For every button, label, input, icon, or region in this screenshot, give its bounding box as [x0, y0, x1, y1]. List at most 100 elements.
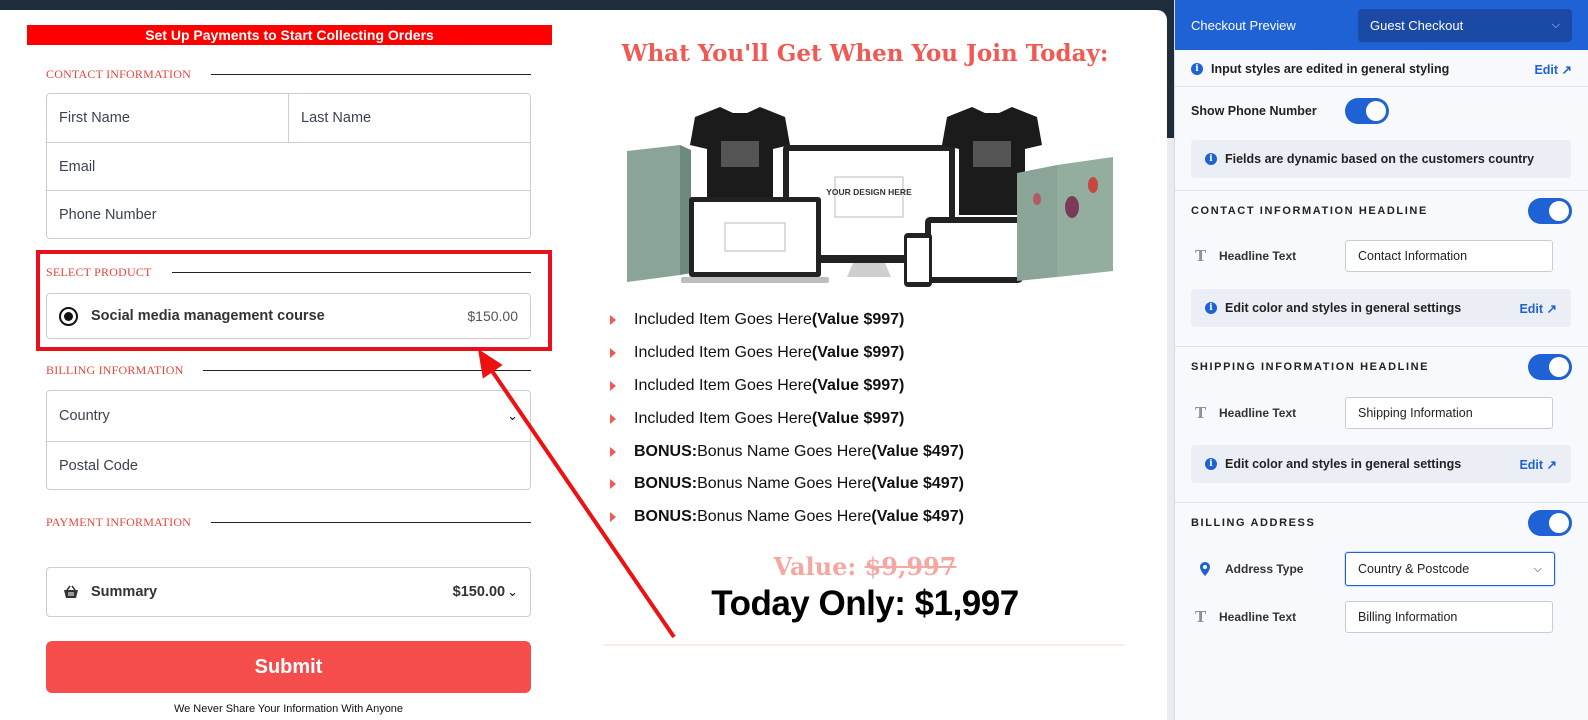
promo-title: What You'll Get When You Join Today: [621, 40, 1109, 67]
bullet-triangle-icon [610, 380, 616, 391]
info-icon: i [1191, 63, 1203, 75]
postal-code-input[interactable]: Postal Code [47, 441, 530, 489]
last-name-input[interactable]: Last Name [288, 94, 530, 142]
shipping-color-note: i Edit color and styles in general setti… [1191, 445, 1571, 483]
billing-section-heading: BILLING INFORMATION [46, 363, 531, 378]
first-name-input[interactable]: First Name [47, 94, 288, 142]
address-type-value: Country & Postcode [1358, 562, 1470, 576]
address-type-select[interactable]: Country & Postcode ⌵ [1345, 552, 1555, 586]
heading-rule [210, 74, 531, 75]
product-highlight-box [36, 250, 552, 351]
headline-text-label: Headline Text [1219, 249, 1297, 263]
promo-divider [604, 644, 1124, 646]
panel-title: Checkout Preview [1191, 17, 1296, 33]
list-item: Included Item Goes Here (Value $997) [610, 402, 1130, 435]
billing-address-section: BILLING ADDRESS [1175, 510, 1588, 536]
list-item: BONUS: Bonus Name Goes Here (Value $497) [610, 468, 1130, 501]
dynamic-fields-note: i Fields are dynamic based on the custom… [1191, 140, 1571, 178]
checkout-mode-select[interactable]: Guest Checkout ⌵ [1358, 8, 1572, 42]
payment-heading-label: PAYMENT INFORMATION [46, 515, 192, 529]
edit-link[interactable]: Edit ↗ [1534, 62, 1572, 77]
bullet-triangle-icon [610, 512, 616, 523]
contact-headline-toggle[interactable] [1528, 198, 1572, 224]
summary-label: Summary [91, 584, 158, 600]
included-items-list: Included Item Goes Here (Value $997) Inc… [610, 304, 1130, 534]
submit-button[interactable]: Submit [46, 641, 531, 693]
phone-input[interactable]: Phone Number [47, 190, 530, 238]
list-item: Included Item Goes Here (Value $997) [610, 304, 1130, 337]
edit-link[interactable]: Edit ↗ [1519, 457, 1557, 472]
info-icon: i [1205, 302, 1217, 314]
country-placeholder: Country [59, 408, 110, 424]
address-type-label: Address Type [1225, 562, 1304, 576]
product-mockup-image: YOUR DESIGN HERE [627, 107, 1113, 287]
bullet-triangle-icon [610, 348, 616, 359]
chevron-down-icon: ⌵ [1551, 18, 1560, 31]
contact-section-heading: CONTACT INFORMATION [46, 67, 531, 82]
text-type-icon: T [1195, 247, 1207, 265]
email-input[interactable]: Email [47, 142, 530, 190]
bullet-triangle-icon [610, 413, 616, 424]
country-select[interactable]: Country ⌄ [47, 391, 530, 441]
summary-price: $150.00 [452, 584, 506, 600]
divider [1175, 502, 1588, 503]
today-only-price: Today Only: $1,997 [711, 584, 1019, 623]
divider [1175, 346, 1588, 347]
text-type-icon: T [1195, 608, 1207, 626]
shipping-headline-toggle[interactable] [1528, 354, 1572, 380]
shipping-headline-section: SHIPPING INFORMATION HEADLINE [1175, 354, 1588, 380]
show-phone-toggle[interactable] [1345, 98, 1389, 124]
original-value: Value: $9,997 [773, 552, 957, 581]
checkout-settings-panel: Checkout Preview Guest Checkout ⌵ i Inpu… [1174, 0, 1588, 720]
checkout-page-preview: Set Up Payments to Start Collecting Orde… [0, 10, 1167, 720]
panel-header: Checkout Preview Guest Checkout ⌵ [1175, 0, 1588, 50]
show-phone-label: Show Phone Number [1191, 104, 1317, 118]
chevron-down-icon: ⌵ [1533, 562, 1542, 575]
contact-section-title: CONTACT INFORMATION HEADLINE [1191, 205, 1428, 217]
heading-rule [203, 370, 531, 371]
billing-address-toggle[interactable] [1528, 510, 1572, 536]
bullet-triangle-icon [610, 315, 616, 326]
info-icon: i [1205, 153, 1217, 165]
show-phone-row: Show Phone Number [1175, 98, 1588, 124]
contact-color-note: i Edit color and styles in general setti… [1191, 289, 1571, 327]
privacy-note: We Never Share Your Information With Any… [173, 703, 404, 715]
list-item: BONUS: Bonus Name Goes Here (Value $497) [610, 501, 1130, 534]
order-summary-toggle[interactable]: Summary $150.00 ⌄ [46, 567, 531, 617]
bullet-triangle-icon [610, 446, 616, 457]
edit-link[interactable]: Edit ↗ [1519, 301, 1557, 316]
contact-headline-section: CONTACT INFORMATION HEADLINE [1175, 198, 1588, 224]
contact-headline-text-row: T Headline Text Contact Information [1175, 240, 1588, 272]
list-item: BONUS: Bonus Name Goes Here (Value $497) [610, 435, 1130, 468]
divider [1175, 190, 1588, 191]
billing-headline-text-row: T Headline Text Billing Information [1175, 601, 1588, 633]
contact-fields: First Name Last Name Email Phone Number [46, 93, 531, 239]
bullet-triangle-icon [610, 479, 616, 490]
heading-rule [211, 522, 531, 523]
input-styles-note: Input styles are edited in general styli… [1211, 62, 1450, 76]
billing-fields: Country ⌄ Postal Code [46, 390, 531, 490]
chevron-down-icon: ⌄ [507, 584, 518, 599]
divider [1175, 86, 1588, 87]
shipping-headline-text-row: T Headline Text Shipping Information [1175, 397, 1588, 429]
text-type-icon: T [1195, 404, 1207, 422]
setup-payments-banner[interactable]: Set Up Payments to Start Collecting Orde… [27, 25, 552, 45]
shipping-section-title: SHIPPING INFORMATION HEADLINE [1191, 361, 1430, 373]
color-styles-note: Edit color and styles in general setting… [1225, 301, 1462, 315]
dynamic-fields-text: Fields are dynamic based on the customer… [1225, 152, 1535, 166]
location-pin-icon [1200, 562, 1210, 576]
billing-heading-label: BILLING INFORMATION [46, 363, 184, 377]
list-item: Included Item Goes Here (Value $997) [610, 337, 1130, 370]
contact-heading-label: CONTACT INFORMATION [46, 67, 191, 81]
contact-headline-input[interactable]: Contact Information [1345, 240, 1553, 272]
billing-section-title: BILLING ADDRESS [1191, 517, 1316, 529]
headline-text-label: Headline Text [1219, 406, 1297, 420]
headline-text-label: Headline Text [1219, 610, 1297, 624]
input-styles-note-row: i Input styles are edited in general sty… [1175, 58, 1588, 80]
billing-headline-input[interactable]: Billing Information [1345, 601, 1553, 633]
chevron-down-icon: ⌄ [507, 408, 518, 423]
list-item: Included Item Goes Here (Value $997) [610, 370, 1130, 403]
basket-icon [64, 585, 78, 598]
shipping-headline-input[interactable]: Shipping Information [1345, 397, 1553, 429]
info-icon: i [1205, 458, 1217, 470]
